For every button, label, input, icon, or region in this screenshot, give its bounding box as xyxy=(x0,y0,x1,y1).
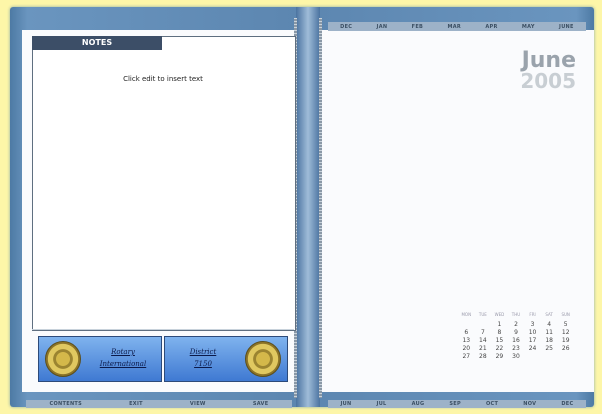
calendar-blank xyxy=(458,321,475,328)
calendar-day[interactable]: 16 xyxy=(508,337,525,344)
year-label: 2005 xyxy=(520,69,576,93)
tab-jul[interactable]: JUL xyxy=(377,401,387,407)
binding-right xyxy=(319,18,322,398)
day-grid: 1 2 3 4 5 6 7 8 9 10 11 12 13 14 15 16 17 18 19 20 21 22 23 24 2… xyxy=(458,321,574,360)
weekday-label: TUE xyxy=(478,312,487,317)
weekday-label: SUN xyxy=(561,312,570,317)
tab-jun[interactable]: JUN xyxy=(341,401,352,407)
contents-button[interactable]: CONTENTS xyxy=(50,401,83,407)
rotary-international-button[interactable]: Rotary International xyxy=(38,336,162,382)
weekday-label: THU xyxy=(511,312,521,317)
view-button[interactable]: VIEW xyxy=(190,401,206,407)
bottom-nav: CONTENTS EXIT VIEW SAVE xyxy=(26,400,292,408)
calendar-day[interactable]: 27 xyxy=(458,353,475,360)
banner-label: District 7150 xyxy=(189,348,217,368)
calendar-day[interactable]: 9 xyxy=(508,329,525,336)
tab-oct[interactable]: OCT xyxy=(486,401,498,407)
calendar-day[interactable]: 8 xyxy=(491,329,508,336)
banner-label: Rotary International xyxy=(99,348,147,368)
tab-may[interactable]: MAY xyxy=(522,24,535,30)
calendar-day[interactable]: 3 xyxy=(524,321,541,328)
calendar-day[interactable]: 30 xyxy=(508,353,525,360)
calendar-day[interactable]: 2 xyxy=(508,321,525,328)
calendar-day[interactable]: 1 xyxy=(491,321,508,328)
calendar-day[interactable]: 19 xyxy=(557,337,574,344)
calendar-day[interactable]: 21 xyxy=(475,345,492,352)
calendar-day[interactable]: 26 xyxy=(557,345,574,352)
weekday-header: MON TUE WED THU FRI SAT SUN xyxy=(458,312,574,317)
notes-title: NOTES xyxy=(32,36,162,50)
weekday-label: SAT xyxy=(545,312,553,317)
month-tabs-top: DEC JAN FEB MAR APR MAY JUNE xyxy=(328,22,586,31)
calendar-day[interactable]: 25 xyxy=(541,345,558,352)
month-heading: June 2005 xyxy=(520,50,576,93)
calendar-day[interactable]: 4 xyxy=(541,321,558,328)
calendar-day[interactable]: 18 xyxy=(541,337,558,344)
book-spine xyxy=(296,7,320,407)
tab-dec-bottom[interactable]: DEC xyxy=(561,401,573,407)
rotary-wheel-icon xyxy=(45,341,81,377)
tab-feb[interactable]: FEB xyxy=(412,24,424,30)
rotary-wheel-icon xyxy=(245,341,281,377)
calendar-day[interactable]: 15 xyxy=(491,337,508,344)
weekday-label: MON xyxy=(461,312,472,317)
notes-placeholder[interactable]: Click edit to insert text xyxy=(32,75,294,83)
mini-calendar: MON TUE WED THU FRI SAT SUN 1 2 3 4 5 6 7 8 9 10 11 12 13 1… xyxy=(458,312,574,360)
calendar-day[interactable]: 24 xyxy=(524,345,541,352)
calendar-blank xyxy=(475,321,492,328)
month-tabs-bottom: JUN JUL AUG SEP OCT NOV DEC xyxy=(328,400,586,408)
calendar-day[interactable]: 13 xyxy=(458,337,475,344)
tab-sep[interactable]: SEP xyxy=(449,401,461,407)
tab-nov[interactable]: NOV xyxy=(523,401,536,407)
calendar-day[interactable]: 20 xyxy=(458,345,475,352)
weekday-label: FRI xyxy=(529,312,536,317)
tab-apr[interactable]: APR xyxy=(485,24,497,30)
notes-divider xyxy=(32,329,294,330)
tab-jan[interactable]: JAN xyxy=(377,24,388,30)
tab-dec[interactable]: DEC xyxy=(340,24,352,30)
calendar-day[interactable]: 23 xyxy=(508,345,525,352)
calendar-day[interactable]: 22 xyxy=(491,345,508,352)
calendar-day[interactable]: 14 xyxy=(475,337,492,344)
calendar-day[interactable]: 10 xyxy=(524,329,541,336)
weekday-label: WED xyxy=(494,312,505,317)
tab-june[interactable]: JUNE xyxy=(559,24,574,30)
calendar-day[interactable]: 29 xyxy=(491,353,508,360)
tab-aug[interactable]: AUG xyxy=(412,401,425,407)
calendar-day[interactable]: 11 xyxy=(541,329,558,336)
tab-mar[interactable]: MAR xyxy=(447,24,461,30)
save-button[interactable]: SAVE xyxy=(253,401,269,407)
calendar-day[interactable]: 7 xyxy=(475,329,492,336)
calendar-day[interactable]: 6 xyxy=(458,329,475,336)
exit-button[interactable]: EXIT xyxy=(129,401,143,407)
calendar-day[interactable]: 5 xyxy=(557,321,574,328)
calendar-day[interactable]: 28 xyxy=(475,353,492,360)
calendar-day[interactable]: 17 xyxy=(524,337,541,344)
calendar-day[interactable]: 12 xyxy=(557,329,574,336)
district-button[interactable]: District 7150 xyxy=(164,336,288,382)
